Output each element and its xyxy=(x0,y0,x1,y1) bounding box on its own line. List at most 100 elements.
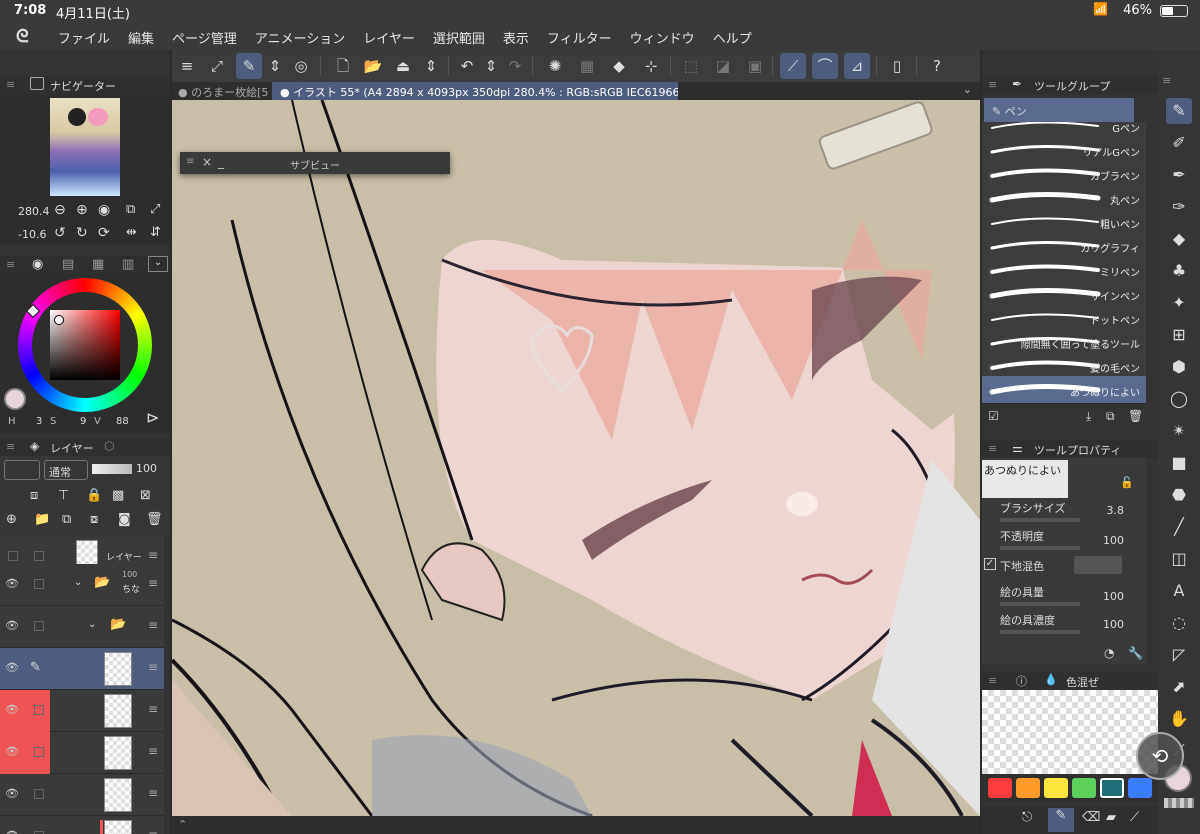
transparency-swatch[interactable] xyxy=(1164,798,1194,808)
tab-document-2[interactable]: ● イラスト 55* (A4 2894 x 4093px 350dpi 280.… xyxy=(272,82,678,100)
paint-amount-row[interactable]: 絵の具量 100 xyxy=(982,584,1146,606)
layer-menu-icon[interactable]: ≡ xyxy=(148,828,158,834)
rotate-right-icon[interactable]: ↻ xyxy=(76,225,88,241)
folder-toggle-icon[interactable]: ⌄ xyxy=(74,577,82,588)
color-swatch[interactable] xyxy=(1128,778,1152,798)
frame-tool-icon[interactable]: ◸ xyxy=(1166,642,1192,668)
chevron-updown-icon[interactable]: ⇕ xyxy=(418,53,444,79)
add-subtool-icon[interactable]: ⧉ xyxy=(1106,409,1115,424)
underlay-row[interactable]: ✓ 下地混色 xyxy=(982,556,1146,576)
fill-drop-icon[interactable]: ⬢ xyxy=(1166,354,1192,380)
eye-icon[interactable]: 👁 xyxy=(5,745,19,758)
lock-icon[interactable]: 🔒 xyxy=(86,488,102,503)
zoom-reset-icon[interactable]: ◉ xyxy=(98,202,110,218)
deselect-icon[interactable]: ⬚ xyxy=(678,53,704,79)
wrench-icon[interactable]: 🔧 xyxy=(1128,646,1143,660)
layer-folder-row[interactable]: 👁 ⌄ 📂 100 ちな ≡ xyxy=(0,564,164,606)
lasso-tool-icon[interactable]: ◯ xyxy=(1166,386,1192,412)
eye-icon[interactable]: 👁 xyxy=(5,661,19,674)
copy-layer-icon[interactable]: ⧉ xyxy=(62,512,71,527)
chevron-down-icon[interactable]: ⌄ xyxy=(148,256,168,272)
menu-item[interactable]: 表示 xyxy=(503,28,529,47)
hue-cursor[interactable] xyxy=(25,303,41,319)
opacity-slider[interactable] xyxy=(92,464,132,474)
eyedropper-icon[interactable]: ⟋ xyxy=(1130,810,1139,825)
reset-icon[interactable]: ◔ xyxy=(1104,646,1114,660)
chevron-updown-icon[interactable]: ⇕ xyxy=(478,53,504,79)
transform-icon[interactable]: ⊹ xyxy=(638,53,664,79)
hamburger-menu-icon[interactable]: ≡ xyxy=(174,53,200,79)
color-slider-tab-icon[interactable]: ▤ xyxy=(62,257,74,272)
zoom-in-icon[interactable]: ⊕ xyxy=(76,202,88,218)
save-icon[interactable]: ⏏ xyxy=(390,53,416,79)
line-tool-icon[interactable]: ╱ xyxy=(1166,514,1192,540)
menu-item[interactable]: ファイル xyxy=(58,28,110,47)
record-icon[interactable]: ◎ xyxy=(288,53,314,79)
help-icon[interactable]: ? xyxy=(924,53,950,79)
menu-item[interactable]: ヘルプ xyxy=(713,28,752,47)
color-swatch[interactable] xyxy=(1016,778,1040,798)
layer-property-tab-icon[interactable]: ⬡ xyxy=(104,439,114,453)
decoration-tool-icon[interactable]: ✦ xyxy=(1166,290,1192,316)
panel-menu-icon[interactable]: ≡ xyxy=(988,78,997,91)
menu-item[interactable]: 編集 xyxy=(128,28,154,47)
new-raster-layer-icon[interactable]: ⊕ xyxy=(6,512,17,527)
blend-tool-icon[interactable]: ♣ xyxy=(1166,258,1192,284)
eraser-tool-icon[interactable]: ⌫ xyxy=(1082,810,1100,825)
paint-density-row[interactable]: 絵の具濃度 100 xyxy=(982,612,1146,634)
color-swatch[interactable] xyxy=(1044,778,1068,798)
delete-layer-icon[interactable]: 🗑 xyxy=(146,512,163,527)
layer-mask-icon[interactable]: ◙ xyxy=(118,512,131,527)
merge-layer-icon[interactable]: ⧇ xyxy=(90,512,98,527)
fill-tool-icon[interactable]: ▰ xyxy=(1106,810,1116,825)
hue-ring[interactable] xyxy=(18,278,152,412)
subview-window[interactable]: ≡ × _ サブビュー xyxy=(180,152,450,174)
color-picker-cursor[interactable] xyxy=(54,315,64,325)
eye-icon[interactable]: 👁 xyxy=(5,787,19,800)
gradient-tool-icon[interactable]: ■ xyxy=(1166,450,1192,476)
fit-canvas-icon[interactable]: ⤢ xyxy=(204,53,230,79)
magic-wand-icon[interactable]: ✴ xyxy=(1166,418,1192,444)
open-file-icon[interactable]: 📂 xyxy=(360,53,386,79)
layer-folder-row[interactable]: 👁 ⌄ 📂 ≡ xyxy=(0,606,164,648)
close-icon[interactable]: × xyxy=(202,155,212,169)
panel-menu-icon[interactable]: ≡ xyxy=(1162,74,1171,87)
fit-window-icon[interactable]: ⤢ xyxy=(150,202,160,217)
loading-icon[interactable]: ✺ xyxy=(542,53,568,79)
new-file-icon[interactable]: 🗋 xyxy=(330,53,356,79)
brush-tool-icon[interactable]: ✒ xyxy=(1166,162,1192,188)
copy-subtool-icon[interactable]: ⤓ xyxy=(1086,409,1091,424)
tab-document-1[interactable]: ● のろまー枚絵[5 xyxy=(172,82,268,100)
layer-row[interactable]: 👁 ≡ xyxy=(0,690,164,732)
fill-icon[interactable]: ◆ xyxy=(606,53,632,79)
panel-menu-icon[interactable]: ≡ xyxy=(988,674,997,687)
3d-tool-icon[interactable]: ◫ xyxy=(1166,546,1192,572)
hand-tool-icon[interactable]: ✋ xyxy=(1166,706,1192,732)
info-icon[interactable]: ⓘ xyxy=(1016,673,1027,689)
edit-canvas-icon[interactable]: ✎ xyxy=(236,53,262,79)
balloon-tool-icon[interactable]: ◌ xyxy=(1166,610,1192,636)
panel-menu-icon[interactable]: ≡ xyxy=(186,156,194,167)
layer-row[interactable]: 👁 ≡ xyxy=(0,816,164,834)
eye-icon[interactable]: 👁 xyxy=(5,577,19,590)
operation-tool-icon[interactable]: ⊞ xyxy=(1166,322,1192,348)
sub-tool-settings-icon[interactable]: ☑ xyxy=(988,409,999,423)
underlay-checkbox[interactable]: ✓ xyxy=(984,558,996,570)
panel-menu-icon[interactable]: ≡ xyxy=(6,258,15,271)
layer-menu-icon[interactable]: ≡ xyxy=(148,618,158,632)
layer-color-button[interactable] xyxy=(4,460,40,480)
drawing-canvas[interactable] xyxy=(172,100,980,816)
delete-subtool-icon[interactable]: 🗑 xyxy=(1128,409,1143,423)
rotate-reset-icon[interactable]: ⟳ xyxy=(98,225,110,241)
layer-menu-icon[interactable]: ≡ xyxy=(148,548,158,562)
zoom-out-icon[interactable]: ⊖ xyxy=(54,202,66,218)
reference-icon[interactable]: ⊤ xyxy=(58,488,69,503)
invert-selection-icon[interactable]: ◪ xyxy=(710,53,736,79)
eye-icon[interactable]: 👁 xyxy=(5,703,19,716)
panel-menu-icon[interactable]: ≡ xyxy=(988,442,997,455)
menu-item[interactable]: ウィンドウ xyxy=(630,28,695,47)
colormix-canvas[interactable] xyxy=(982,690,1158,774)
rotate-left-icon[interactable]: ↺ xyxy=(54,225,66,241)
lock-icon[interactable]: 🔓 xyxy=(1120,476,1134,489)
selection-icon[interactable]: ▣ xyxy=(742,53,768,79)
